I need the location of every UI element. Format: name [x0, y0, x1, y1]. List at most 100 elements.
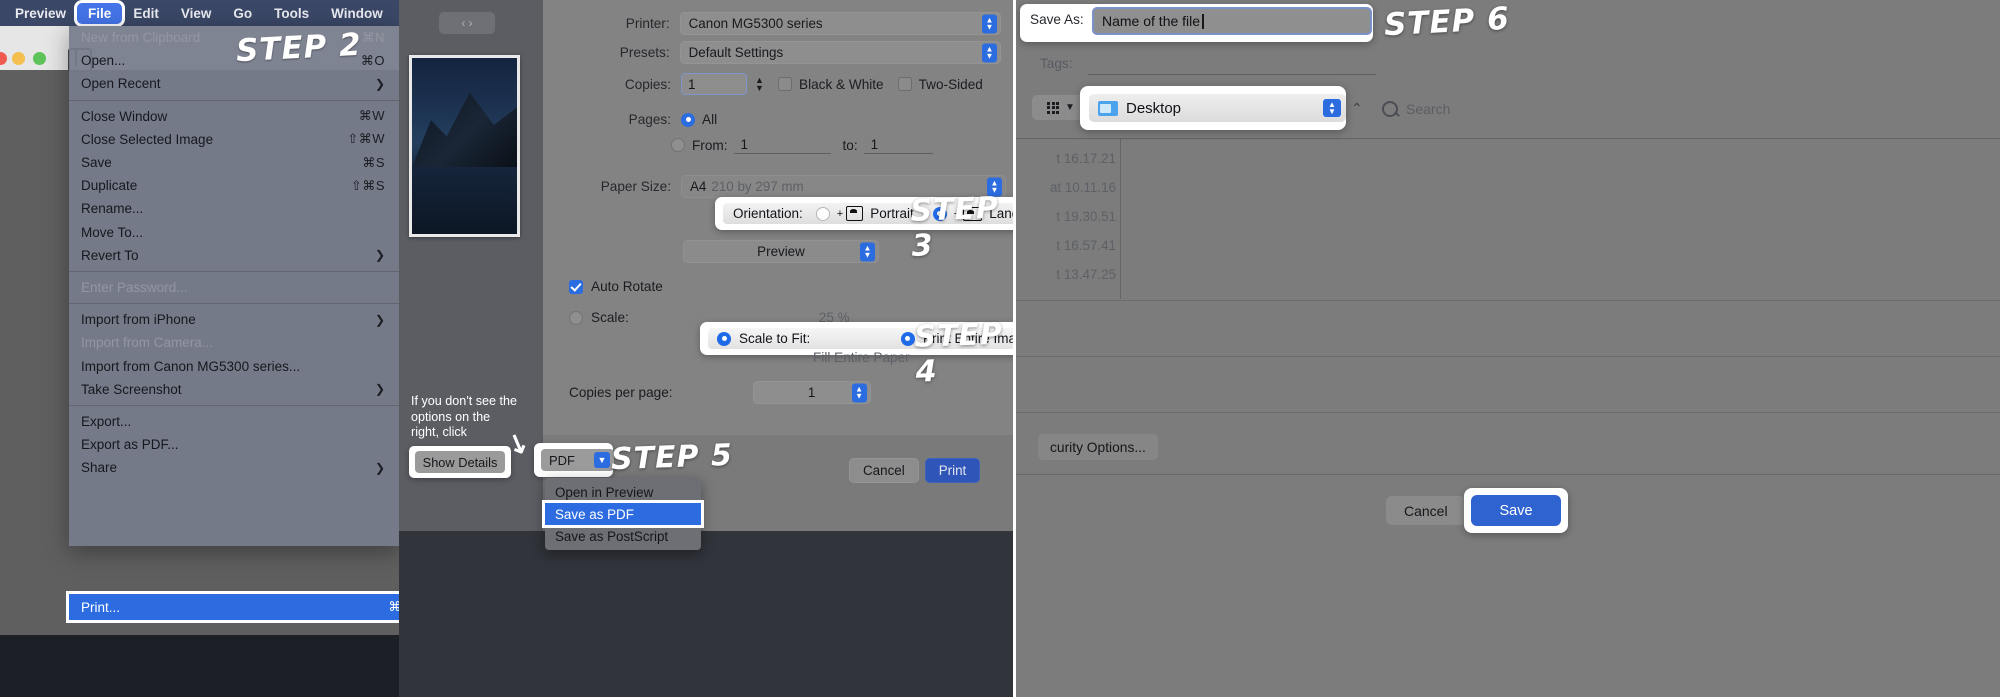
print-entire-image-radio[interactable]: [900, 331, 915, 346]
file-date-cell: t 16.57.41: [1056, 238, 1116, 253]
menu-item[interactable]: Close Selected Image ⇧⌘W: [69, 128, 399, 151]
location-select[interactable]: Desktop ▲ ▼: [1089, 94, 1346, 122]
preview-page-nav[interactable]: ‹ ›: [439, 12, 495, 34]
printer-select[interactable]: Canon MG5300 series ▲ ▼: [679, 12, 1001, 35]
pdf-button[interactable]: PDF ▼: [541, 449, 614, 471]
menu-item-print[interactable]: Print... ⌘P: [69, 594, 399, 620]
copies-per-page-value: 1: [807, 385, 816, 400]
show-details-button[interactable]: Show Details: [415, 451, 505, 473]
menu-file[interactable]: File: [77, 2, 123, 24]
menu-item-label: Close Selected Image: [81, 131, 214, 147]
save-dialog: Save As: Name of the file Tags: ▼ Deskto…: [1016, 0, 2000, 697]
copies-input[interactable]: 1: [681, 73, 747, 95]
folder-icon: [1098, 100, 1118, 116]
menu-item-label: Enter Password...: [81, 279, 188, 295]
menu-preview[interactable]: Preview: [4, 3, 77, 24]
menu-item-label: Export...: [81, 413, 132, 429]
text-caret: [1202, 13, 1204, 29]
menu-item-label: Take Screenshot: [81, 381, 182, 397]
menu-item[interactable]: Rename...: [69, 197, 399, 220]
pages-label: Pages:: [628, 112, 671, 127]
chevron-down-icon: ▼: [594, 452, 610, 468]
auto-rotate-checkbox[interactable]: [569, 279, 583, 294]
chevron-down-icon: ▼: [1065, 102, 1075, 113]
search-field[interactable]: Search: [1382, 98, 1612, 120]
file-date-cell: t 19.30.51: [1056, 209, 1116, 224]
menu-view[interactable]: View: [170, 3, 223, 24]
print-button[interactable]: Print: [925, 458, 980, 483]
step-3-badge: STEP 3: [909, 190, 1000, 264]
file-date-cell: at 10.11.16: [1049, 180, 1116, 195]
menu-item-label: Import from Camera...: [81, 335, 214, 351]
paper-size-label: Paper Size:: [600, 179, 671, 194]
step-2-badge: STEP 2: [235, 26, 363, 70]
pages-range-radio[interactable]: [671, 138, 685, 152]
copies-value: 1: [688, 76, 696, 92]
menu-tools[interactable]: Tools: [263, 3, 320, 24]
menu-item[interactable]: Duplicate ⇧⌘S: [69, 174, 399, 197]
save-button[interactable]: Save: [1471, 495, 1561, 526]
menu-item[interactable]: Move To...: [69, 221, 399, 244]
menu-item[interactable]: Open Recent ❯: [69, 72, 399, 95]
location-highlight: Desktop ▲ ▼: [1080, 86, 1346, 130]
orientation-label: Orientation:: [733, 206, 803, 221]
submenu-arrow-icon: ❯: [374, 382, 385, 397]
file-list-column-separator: [1120, 139, 1121, 299]
footer-divider: [1016, 474, 2000, 475]
copies-per-page-label: Copies per page:: [569, 385, 673, 400]
two-sided-checkbox[interactable]: [897, 77, 912, 91]
menu-item[interactable]: Import from iPhone ❯: [69, 308, 399, 331]
menu-item[interactable]: Close Window ⌘W: [69, 105, 399, 128]
menu-item[interactable]: Save ⌘S: [69, 151, 399, 174]
presets-select[interactable]: Default Settings ▲ ▼: [679, 41, 1001, 64]
save-as-value: Name of the file: [1102, 13, 1201, 29]
pages-all-radio[interactable]: [681, 112, 695, 127]
scale-radio[interactable]: [569, 310, 583, 325]
menu-separator: [69, 270, 399, 272]
print-preview-thumbnail: [409, 55, 520, 237]
chevron-updown-icon: ▲ ▼: [851, 383, 867, 402]
menu-item-label: Close Window: [81, 108, 168, 124]
pages-to-input[interactable]: 1: [863, 136, 933, 154]
pdf-menu-item[interactable]: Save as PDF: [545, 503, 701, 525]
print-module-select[interactable]: Preview ▲ ▼: [683, 240, 879, 263]
window-zoom-dot[interactable]: [33, 52, 46, 65]
copies-stepper[interactable]: ▲ ▼: [753, 73, 766, 95]
pdf-menu-item-label: Open in Preview: [555, 484, 654, 500]
menu-item-label: Rename...: [81, 201, 144, 217]
print-module-value: Preview: [757, 244, 805, 259]
window-minimize-dot[interactable]: [12, 52, 25, 65]
menu-item-shortcut: ⇧⌘S: [350, 177, 385, 193]
menu-edit[interactable]: Edit: [122, 3, 170, 24]
menu-separator: [69, 404, 399, 406]
pdf-menu-item[interactable]: Open in Preview: [545, 481, 701, 503]
security-options-button[interactable]: curity Options...: [1038, 434, 1158, 460]
pages-from-label: From:: [692, 137, 728, 153]
menu-item[interactable]: Share ❯: [69, 456, 399, 479]
save-cancel-button[interactable]: Cancel: [1386, 496, 1466, 525]
menu-item-label: New from Clipboard: [81, 30, 201, 46]
save-as-input[interactable]: Name of the file: [1092, 7, 1372, 35]
menu-item[interactable]: Export as PDF...: [69, 433, 399, 456]
orientation-portrait-radio[interactable]: [815, 206, 830, 221]
scale-to-fit-radio[interactable]: [717, 331, 731, 346]
menu-item: Enter Password...: [69, 276, 399, 299]
print-cancel-button[interactable]: Cancel: [849, 458, 919, 483]
menu-item[interactable]: Export...: [69, 410, 399, 433]
menu-item-label: Duplicate: [81, 178, 138, 194]
menu-bar: Preview File Edit View Go Tools Window: [0, 0, 399, 26]
menu-item-label: Import from Canon MG5300 series...: [81, 358, 301, 374]
copies-per-page-select[interactable]: 1 ▲ ▼: [752, 381, 871, 404]
menu-go[interactable]: Go: [222, 3, 263, 24]
black-white-label: Black & White: [799, 76, 884, 92]
chevron-up-icon[interactable]: ⌃: [1351, 100, 1363, 117]
black-white-checkbox[interactable]: [778, 77, 792, 91]
menu-item[interactable]: Take Screenshot ❯: [69, 378, 399, 401]
menu-item[interactable]: Revert To ❯: [69, 244, 399, 267]
pages-from-input[interactable]: 1: [733, 136, 831, 154]
submenu-arrow-icon: ❯: [374, 248, 385, 263]
tags-input[interactable]: [1088, 74, 1376, 75]
menu-item[interactable]: Import from Canon MG5300 series...: [69, 354, 399, 377]
menu-window[interactable]: Window: [320, 3, 394, 24]
pdf-menu-item[interactable]: Save as PostScript: [545, 525, 701, 547]
